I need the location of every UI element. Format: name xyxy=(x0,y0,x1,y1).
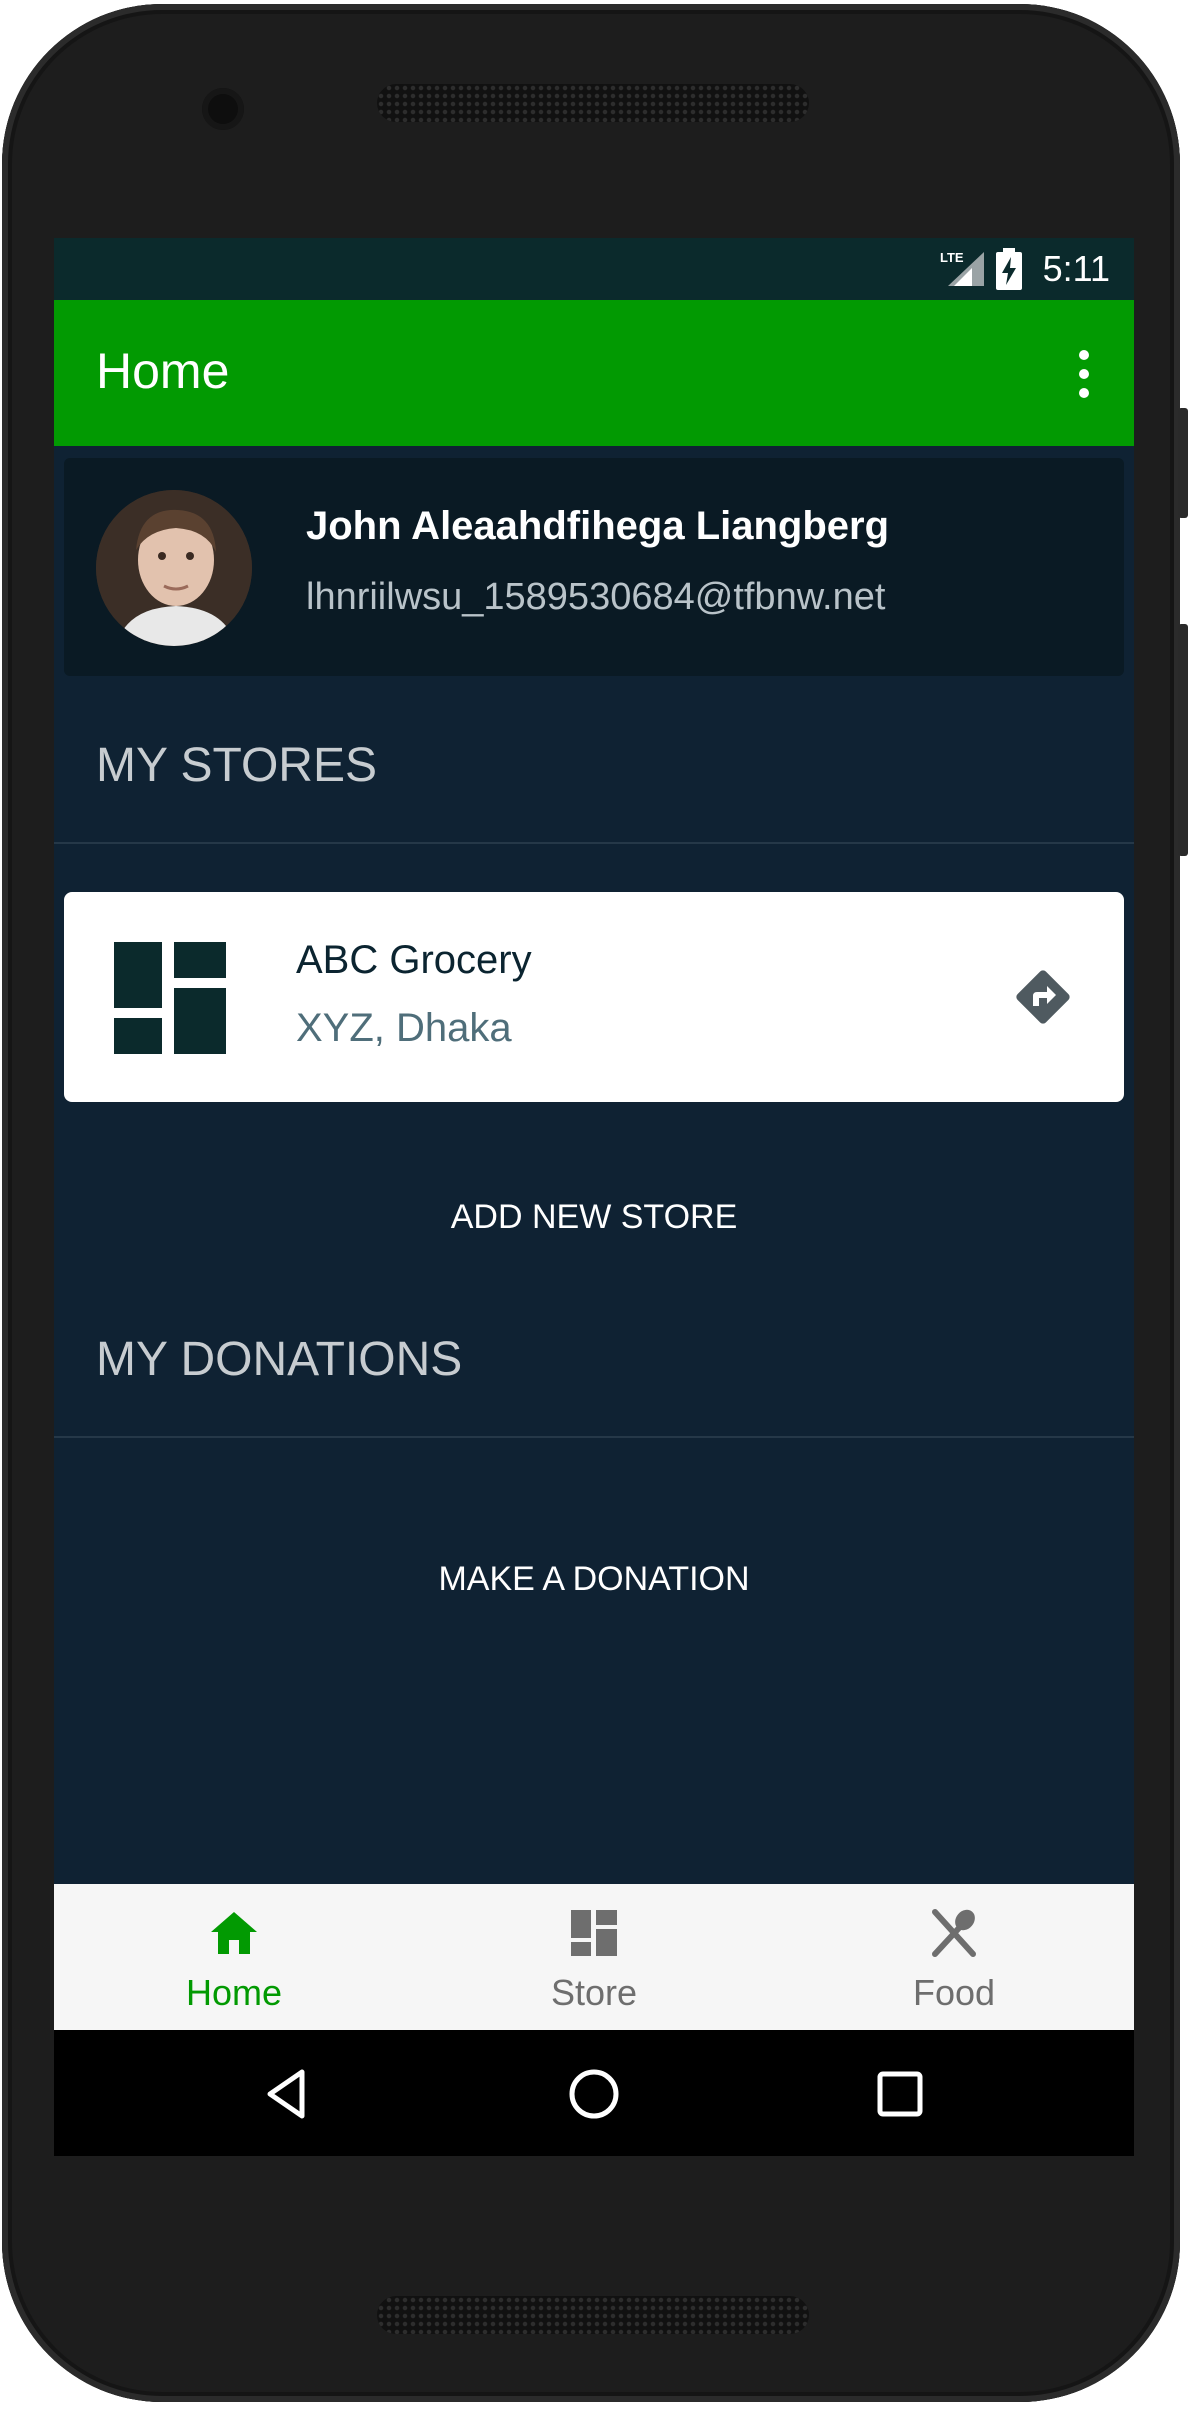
status-bar: LTE 5:11 xyxy=(54,238,1134,300)
nav-label-home: Home xyxy=(185,1972,283,2013)
back-icon[interactable] xyxy=(258,2064,318,2124)
battery-charging-icon xyxy=(996,248,1022,290)
profile-email: lhnriilwsu_1589530684@tfbnw.net xyxy=(306,576,886,618)
avatar xyxy=(96,490,252,646)
food-icon xyxy=(932,1909,976,1957)
lte-signal-icon: LTE xyxy=(940,250,984,286)
overflow-menu-icon[interactable] xyxy=(1074,348,1094,400)
system-navigation-bar xyxy=(54,2030,1134,2156)
store-dashboard-icon xyxy=(114,942,226,1054)
store-address: XYZ, Dhaka xyxy=(296,1006,512,1050)
phone-frame: LTE 5:11 Home John Aleaahdfihega Liangbe… xyxy=(2,4,1188,2402)
store-card[interactable]: ABC Grocery XYZ, Dhaka xyxy=(64,892,1124,1102)
stores-divider xyxy=(54,842,1134,844)
bottom-speaker xyxy=(377,2296,809,2334)
directions-icon[interactable] xyxy=(1014,968,1072,1026)
power-button xyxy=(1178,408,1188,518)
profile-card[interactable]: John Aleaahdfihega Liangberg lhnriilwsu_… xyxy=(64,458,1124,676)
add-new-store-button[interactable]: ADD NEW STORE xyxy=(54,1198,1134,1237)
front-camera xyxy=(202,88,244,130)
profile-name: John Aleaahdfihega Liangberg xyxy=(306,504,890,548)
nav-label-food: Food xyxy=(912,1972,996,2013)
store-name: ABC Grocery xyxy=(296,938,532,982)
donations-divider xyxy=(54,1436,1134,1438)
home-icon xyxy=(211,1912,257,1954)
home-circle-icon[interactable] xyxy=(564,2064,624,2124)
app-bar: Home xyxy=(54,300,1134,446)
screen: LTE 5:11 Home John Aleaahdfihega Liangbe… xyxy=(54,238,1134,2156)
status-time: 5:11 xyxy=(1042,248,1110,289)
my-stores-heading: MY STORES xyxy=(96,739,377,792)
nav-item-home[interactable]: Home xyxy=(54,1884,414,2030)
top-speaker xyxy=(377,84,809,122)
recents-icon[interactable] xyxy=(870,2064,930,2124)
volume-button xyxy=(1178,624,1188,856)
page-title: Home xyxy=(96,343,230,399)
my-donations-heading: MY DONATIONS xyxy=(96,1333,463,1386)
network-label: LTE xyxy=(940,250,964,265)
nav-item-store[interactable]: Store xyxy=(414,1884,774,2030)
make-donation-button[interactable]: MAKE A DONATION xyxy=(54,1560,1134,1599)
nav-label-store: Store xyxy=(550,1972,638,2013)
store-icon xyxy=(571,1910,617,1956)
bottom-navigation: Home Store Food xyxy=(54,1884,1134,2030)
nav-item-food[interactable]: Food xyxy=(774,1884,1134,2030)
